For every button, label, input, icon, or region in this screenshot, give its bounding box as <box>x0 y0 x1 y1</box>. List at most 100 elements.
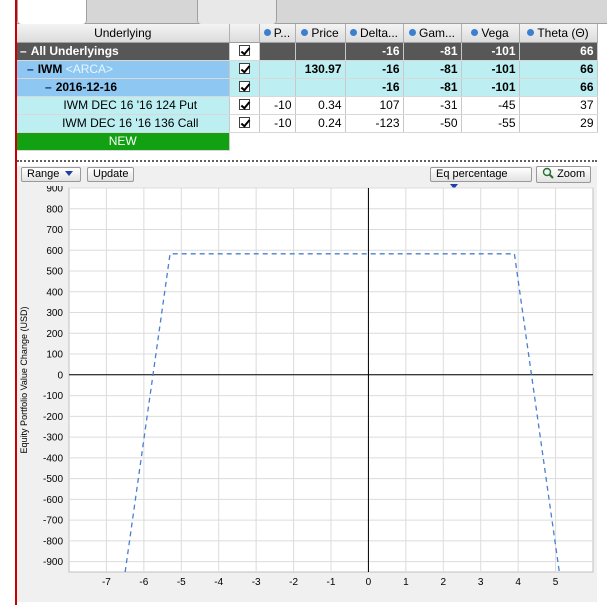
x-tick-label: -4 <box>214 577 223 588</box>
row-name: IWM DEC 16 '16 136 Call <box>17 114 230 133</box>
row-name: – IWM <ARCA> <box>17 60 230 79</box>
checkbox-checked-icon <box>238 45 250 56</box>
x-tick-label: 4 <box>515 577 521 588</box>
collapse-icon[interactable]: – <box>20 44 27 58</box>
tab-inactive[interactable] <box>197 0 277 24</box>
table-row-call[interactable]: IWM DEC 16 '16 136 Call -10 0.24 -123 -5… <box>17 114 598 133</box>
cell-theta: 29 <box>519 114 598 133</box>
table-row-all-underlyings[interactable]: – All Underlyings -16 -81 -101 66 <box>17 42 598 61</box>
y-tick-label: 400 <box>46 287 63 298</box>
y-tick-label: 300 <box>46 308 63 319</box>
col-header-position[interactable]: P... <box>259 24 296 43</box>
cell-vega: -101 <box>461 42 520 61</box>
y-tick-label: -700 <box>43 516 63 527</box>
cell-delta: -16 <box>345 60 404 79</box>
col-header-gamma[interactable]: Gam... <box>403 24 462 43</box>
checkbox-checked-icon <box>238 63 250 74</box>
y-tick-label: 500 <box>46 267 63 278</box>
cell-theta: 66 <box>519 60 598 79</box>
col-header-underlying[interactable]: Underlying <box>17 24 230 43</box>
cell-gamma: -81 <box>403 60 462 79</box>
col-header-theta[interactable]: Theta (Θ) <box>519 24 598 43</box>
cell-theta: 66 <box>519 78 598 97</box>
table-row-put[interactable]: IWM DEC 16 '16 124 Put -10 0.34 107 -31 … <box>17 96 598 115</box>
col-header-check[interactable] <box>229 24 260 43</box>
chevron-down-icon <box>65 171 74 176</box>
include-checkbox[interactable] <box>229 78 260 97</box>
cell-position <box>259 60 296 79</box>
x-tick-label: 3 <box>478 577 484 588</box>
cell-delta: -16 <box>345 78 404 97</box>
tab-strip <box>17 0 607 24</box>
cell-delta: 107 <box>345 96 404 115</box>
y-tick-label: 800 <box>46 204 63 215</box>
cell-theta: 37 <box>519 96 598 115</box>
y-tick-label: 700 <box>46 225 63 236</box>
cell-price: 130.97 <box>295 60 346 79</box>
panel-splitter[interactable] <box>17 160 597 165</box>
y-tick-labels: 900 800 700 600 500 400 300 200 100 0 -100 -200 -300… <box>43 186 63 568</box>
column-dot-icon <box>527 28 535 36</box>
row-name: – All Underlyings <box>17 42 230 61</box>
column-dot-icon <box>263 28 271 36</box>
tab-active[interactable] <box>17 0 87 24</box>
y-tick-label: 100 <box>46 350 63 361</box>
x-tick-label: -7 <box>102 577 111 588</box>
cell-gamma: -50 <box>403 114 462 133</box>
x-tick-label: -1 <box>327 577 336 588</box>
cell-vega: -45 <box>461 96 520 115</box>
cell-price: 0.34 <box>295 96 346 115</box>
include-checkbox[interactable] <box>229 96 260 115</box>
cell-position <box>259 78 296 97</box>
x-tick-label: -3 <box>252 577 261 588</box>
y-tick-label: -500 <box>43 474 63 485</box>
table-header-row: Underlying P... Price Delta... Gam... Ve… <box>17 24 598 43</box>
checkbox-checked-icon <box>238 99 250 110</box>
checkbox-checked-icon <box>238 81 250 92</box>
y-tick-label: -600 <box>43 495 63 506</box>
cell-delta: -16 <box>345 42 404 61</box>
include-checkbox[interactable] <box>229 42 260 61</box>
col-header-price[interactable]: Price <box>295 24 346 43</box>
payoff-chart: 900 800 700 600 500 400 300 200 100 0 -100 -200 -300… <box>19 186 594 588</box>
row-name: –2016-12-16 <box>17 78 230 97</box>
cell-vega: -55 <box>461 114 520 133</box>
cell-gamma: -31 <box>403 96 462 115</box>
column-dot-icon <box>471 28 479 36</box>
table-row-expiry[interactable]: –2016-12-16 -16 -81 -101 66 <box>17 78 598 97</box>
y-tick-label: 200 <box>46 329 63 340</box>
include-checkbox[interactable] <box>229 60 260 79</box>
cell-price: 0.24 <box>295 114 346 133</box>
cell-position: -10 <box>259 96 296 115</box>
collapse-icon[interactable]: – <box>45 80 52 94</box>
x-tick-label: 1 <box>403 577 409 588</box>
portfolio-table: Underlying P... Price Delta... Gam... Ve… <box>17 24 598 151</box>
zoom-button[interactable]: Zoom <box>536 166 592 183</box>
column-dot-icon <box>301 28 309 36</box>
mode-dropdown[interactable]: Eq percentage <box>430 167 532 189</box>
y-tick-label: 600 <box>46 246 63 257</box>
x-tick-labels: -7 -6 -5 -4 -3 -2 -1 0 1 2 3 4 5 <box>102 577 559 588</box>
x-tick-label: -6 <box>139 577 148 588</box>
y-tick-label: -400 <box>43 453 63 464</box>
cell-position <box>259 42 296 61</box>
y-tick-label: -100 <box>43 391 63 402</box>
table-row-iwm[interactable]: – IWM <ARCA> 130.97 -16 -81 -101 66 <box>17 60 598 79</box>
x-tick-label: -2 <box>289 577 298 588</box>
x-tick-label: 2 <box>441 577 447 588</box>
magnifier-icon <box>542 167 554 179</box>
x-tick-label: 5 <box>553 577 559 588</box>
update-button[interactable]: Update <box>87 167 135 182</box>
collapse-icon[interactable]: – <box>27 62 34 76</box>
include-checkbox[interactable] <box>229 114 260 133</box>
cell-theta: 66 <box>519 42 598 61</box>
cell-position: -10 <box>259 114 296 133</box>
range-dropdown[interactable]: Range <box>21 167 81 182</box>
chart-panel: Range Update Eq percentage Zoom 900 800 70… <box>17 166 597 602</box>
col-header-vega[interactable]: Vega <box>461 24 520 43</box>
column-dot-icon <box>349 28 357 36</box>
new-row-button[interactable]: NEW <box>17 132 230 151</box>
y-tick-label: -300 <box>43 433 63 444</box>
cell-price <box>295 78 346 97</box>
col-header-delta[interactable]: Delta... <box>345 24 404 43</box>
